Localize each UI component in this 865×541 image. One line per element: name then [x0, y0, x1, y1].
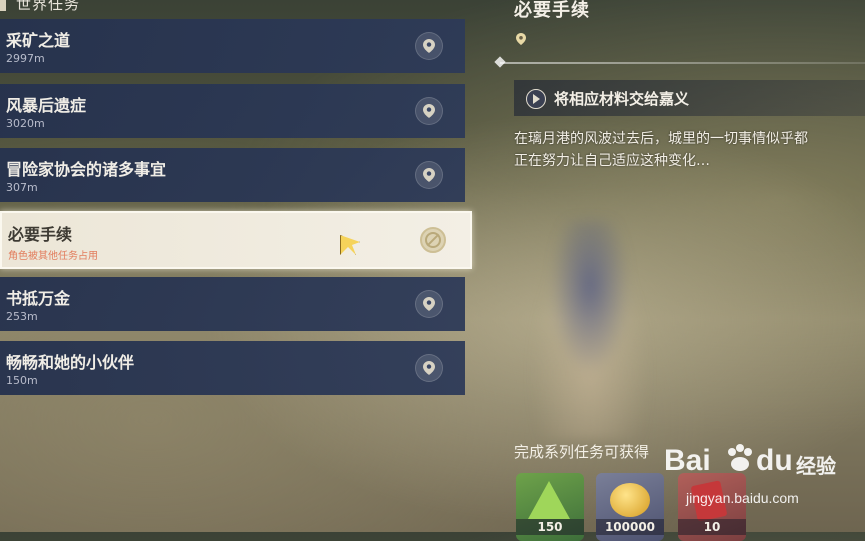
- watermark-jingyan: 经验: [796, 454, 836, 478]
- quest-name: 冒险家协会的诸多事宜: [6, 160, 167, 179]
- quest-item-changchang[interactable]: 畅畅和她的小伙伴 150m: [0, 341, 465, 395]
- step-arrow-icon: [526, 89, 546, 109]
- quest-distance: 150m: [6, 374, 38, 387]
- quest-distance: 3020m: [6, 117, 45, 130]
- quest-item-letter[interactable]: 书抵万金 253m: [0, 277, 465, 331]
- description-line: 在璃月港的风波过去后，城里的一切事情似乎都: [514, 131, 808, 147]
- navigate-pin-icon[interactable]: [415, 32, 443, 60]
- quest-item-mining[interactable]: 采矿之道 2997m: [0, 19, 465, 73]
- quest-distance: 253m: [6, 310, 38, 323]
- reward-adventure-exp[interactable]: 150: [516, 473, 584, 541]
- quest-name: 风暴后遗症: [6, 96, 87, 115]
- adventure-exp-icon: [528, 481, 570, 519]
- reward-count: 10: [678, 519, 746, 535]
- watermark-brand: Bai: [664, 444, 711, 477]
- detail-title: 必要手续: [514, 0, 590, 21]
- reward-count: 150: [516, 519, 584, 535]
- quest-name: 书抵万金: [6, 289, 71, 308]
- reward-count: 100000: [596, 519, 664, 535]
- mora-coin-icon: [610, 483, 650, 517]
- quest-item-adventurers-guild[interactable]: 冒险家协会的诸多事宜 307m: [0, 148, 465, 202]
- blocked-prohibited-icon: [420, 227, 446, 253]
- location-icon: [516, 33, 526, 45]
- navigate-pin-icon[interactable]: [415, 161, 443, 189]
- quest-name: 畅畅和她的小伙伴: [6, 353, 135, 372]
- navigate-pin-icon[interactable]: [415, 354, 443, 382]
- baidu-jingyan-watermark: Bai du 经验 jingyan.baidu.com: [664, 438, 864, 508]
- quest-description: 在璃月港的风波过去后，城里的一切事情似乎都 正在努力让自己适应这种变化…: [514, 128, 865, 172]
- quest-item-storm-aftermath[interactable]: 风暴后遗症 3020m: [0, 84, 465, 138]
- navigate-pin-icon[interactable]: [415, 97, 443, 125]
- quest-name: 采矿之道: [6, 31, 71, 50]
- watermark-brand-du: du: [756, 444, 793, 477]
- quest-name: 必要手续: [8, 225, 73, 244]
- quest-category-title: 世界任务: [0, 0, 80, 13]
- watermark-url: jingyan.baidu.com: [686, 490, 799, 506]
- quest-distance: 307m: [6, 181, 38, 194]
- detail-divider: [500, 62, 865, 64]
- quest-blocked-status: 角色被其他任务占用: [8, 251, 98, 262]
- description-line: 正在努力让自己适应这种变化…: [514, 153, 710, 169]
- quest-step-label: 将相应材料交给嘉义: [554, 90, 690, 108]
- quest-step-row: 将相应材料交给嘉义: [514, 80, 865, 116]
- navigate-pin-icon[interactable]: [415, 290, 443, 318]
- baidu-paw-icon: [728, 444, 752, 471]
- quest-distance: 2997m: [6, 52, 45, 65]
- quest-item-necessary-procedures[interactable]: 必要手续 角色被其他任务占用: [0, 211, 472, 269]
- reward-mora[interactable]: 100000: [596, 473, 664, 541]
- cursor-pointer-icon: [340, 235, 360, 255]
- quest-list-panel: 世界任务 采矿之道 2997m 风暴后遗症 3020m 冒险家协会的诸多事宜 3…: [0, 0, 475, 532]
- rewards-title: 完成系列任务可获得: [514, 443, 650, 461]
- category-marker-icon: [0, 0, 6, 11]
